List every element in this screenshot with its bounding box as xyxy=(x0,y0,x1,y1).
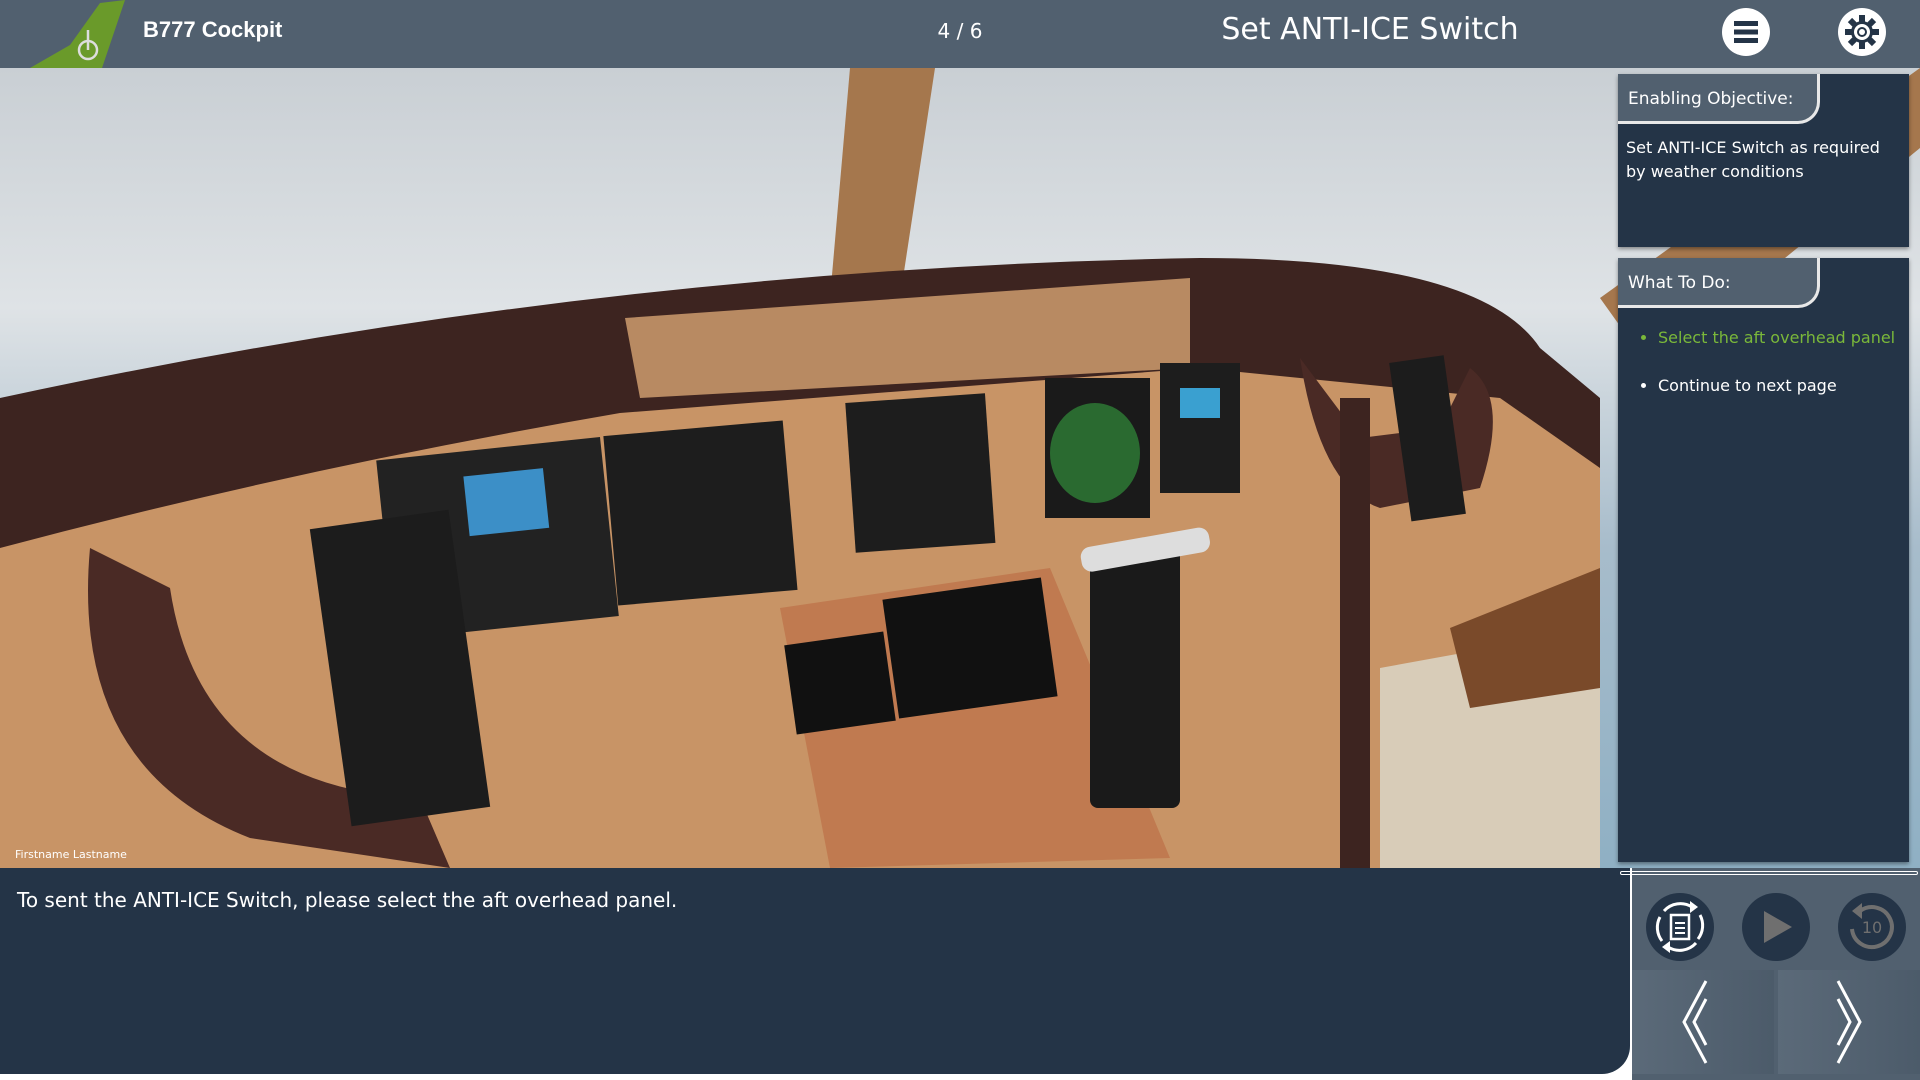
audio-progress-bar[interactable] xyxy=(1620,871,1918,875)
chevron-right-icon xyxy=(1836,980,1862,1064)
next-page-button[interactable] xyxy=(1778,970,1920,1074)
top-bar: B777 Cockpit 4 / 6 Set ANTI-ICE Switch xyxy=(0,0,1920,68)
enabling-objective-text: Set ANTI-ICE Switch as required by weath… xyxy=(1626,138,1880,181)
todo-item-continue: Continue to next page xyxy=(1658,374,1908,398)
airline-tail-logo xyxy=(30,0,125,68)
menu-button[interactable] xyxy=(1722,8,1770,56)
replay-button[interactable] xyxy=(1646,893,1714,961)
enabling-objective-card: Enabling Objective: Set ANTI-ICE Switch … xyxy=(1618,74,1909,247)
page-title: Set ANTI-ICE Switch xyxy=(1221,12,1519,47)
what-to-do-heading: What To Do: xyxy=(1618,258,1820,308)
rewind-10-icon: 10 xyxy=(1850,903,1894,950)
settings-button[interactable] xyxy=(1838,8,1886,56)
app-title: B777 Cockpit xyxy=(143,17,283,42)
page-counter: 4 / 6 xyxy=(937,19,983,43)
caption-panel: To sent the ANTI-ICE Switch, please sele… xyxy=(0,868,1630,1074)
rewind-10-button[interactable]: 10 xyxy=(1838,893,1906,961)
replay-document-icon xyxy=(1655,901,1705,953)
todo-list: Select the aft overhead panel Continue t… xyxy=(1640,326,1908,422)
gear-icon xyxy=(1845,15,1879,49)
previous-page-button[interactable] xyxy=(1632,970,1774,1074)
play-icon xyxy=(1764,911,1792,943)
rewind-10-label: 10 xyxy=(1862,918,1882,937)
double-chevron-left-icon xyxy=(1682,980,1708,1064)
caption-text: To sent the ANTI-ICE Switch, please sele… xyxy=(17,888,678,912)
enabling-objective-heading: Enabling Objective: xyxy=(1618,74,1820,124)
todo-item-select-aft-overhead: Select the aft overhead panel xyxy=(1658,326,1908,350)
what-to-do-card: What To Do: Select the aft overhead pane… xyxy=(1618,258,1909,862)
user-name-watermark: Firstname Lastname xyxy=(15,848,127,861)
hamburger-menu-icon xyxy=(1734,21,1758,43)
play-button[interactable] xyxy=(1742,893,1810,961)
